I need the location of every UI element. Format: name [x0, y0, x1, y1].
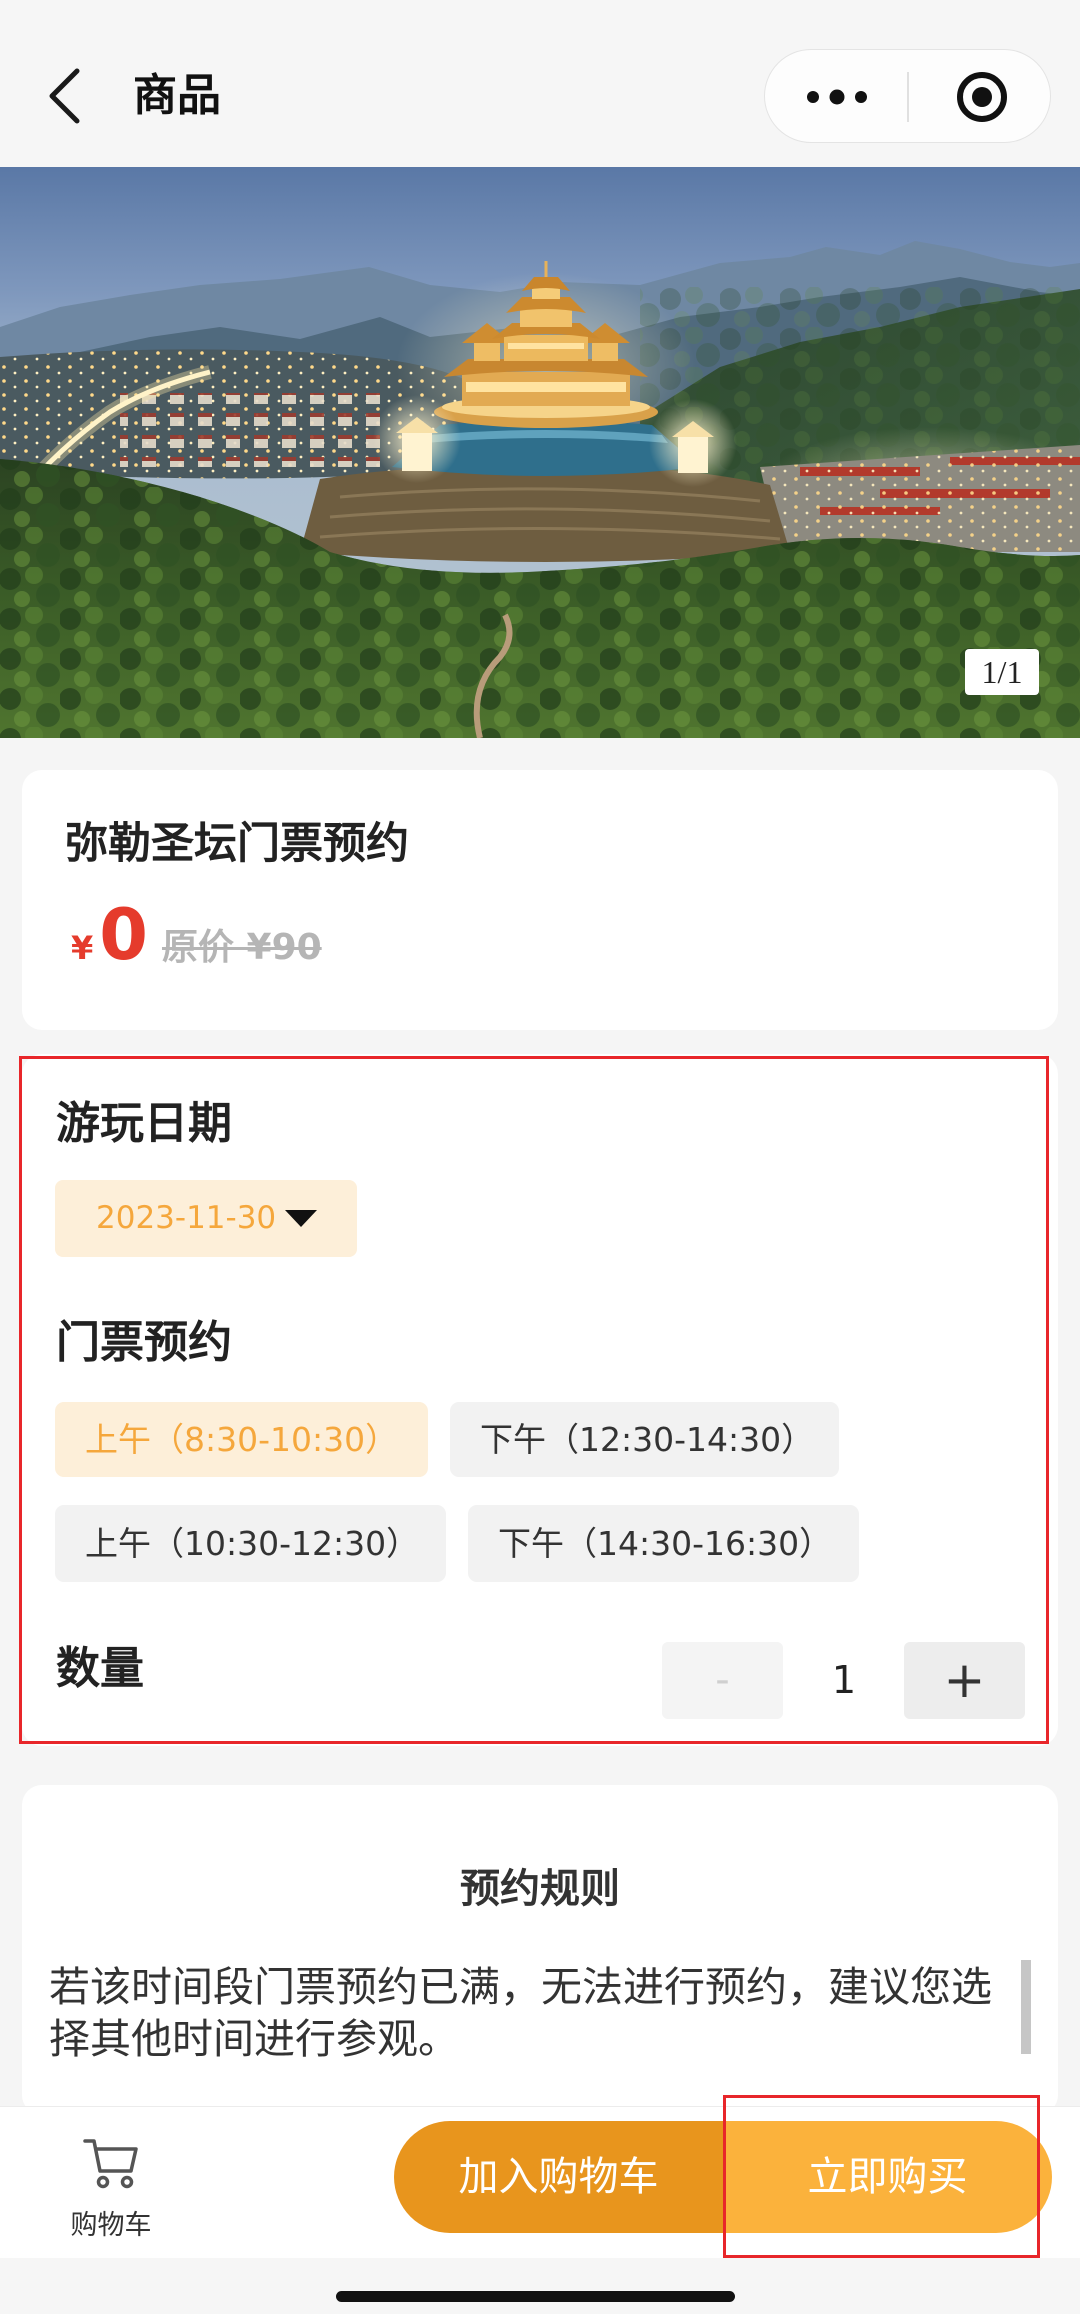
right-temple-complex: [760, 427, 1080, 552]
nav-bar: 商品: [0, 0, 1080, 167]
page-title: 商品: [133, 70, 221, 121]
home-indicator-area: [0, 2258, 1080, 2314]
visit-date-label: 游玩日期: [56, 1098, 232, 1149]
price-currency: ¥: [71, 929, 94, 967]
rules-text-line: 若该时间段门票预约已满，无法进行预约，建议您选: [49, 1963, 992, 2011]
rules-text[interactable]: 若该时间段门票预约已满，无法进行预约，建议您选 择其他时间进行参观。: [49, 1961, 992, 2065]
dropdown-triangle-icon: [285, 1210, 317, 1227]
rules-text-line: 择其他时间进行参观。: [49, 2015, 459, 2063]
price-row: ¥ 0 原价 ¥90: [71, 892, 322, 978]
buy-now-button[interactable]: 立即购买: [723, 2121, 1052, 2233]
image-page-indicator: 1/1: [965, 649, 1039, 695]
circle-dot-icon: [957, 72, 1007, 122]
home-indicator[interactable]: [336, 2291, 735, 2302]
increment-button[interactable]: +: [904, 1642, 1025, 1719]
cart-label: 购物车: [70, 2210, 152, 2241]
time-slot-label: 上午（10:30-12:30）: [85, 1524, 420, 1563]
rules-scrollbar[interactable]: [1021, 1960, 1031, 2054]
back-button[interactable]: [40, 60, 90, 132]
exit-button[interactable]: [910, 50, 1050, 142]
add-to-cart-button[interactable]: 加入购物车: [394, 2121, 723, 2233]
selected-date: 2023-11-30: [96, 1200, 277, 1236]
shopping-cart-icon: [83, 2139, 138, 2189]
mini-program-capsule: [764, 49, 1051, 143]
product-title: 弥勒圣坛门票预约: [65, 819, 409, 869]
quantity-value: 1: [831, 1658, 857, 1702]
back-chevron-icon: [49, 68, 80, 124]
time-slot-option[interactable]: 下午（12:30-14:30）: [450, 1402, 839, 1477]
date-picker[interactable]: 2023-11-30: [55, 1180, 357, 1257]
bottom-action-bar: 购物车 加入购物车 立即购买: [0, 2106, 1080, 2258]
product-banner[interactable]: 1/1: [0, 167, 1080, 738]
rules-title: 预约规则: [460, 1866, 620, 1912]
time-slot-option[interactable]: 下午（14:30-16:30）: [468, 1505, 859, 1582]
product-info-card: 弥勒圣坛门票预约 ¥ 0 原价 ¥90: [22, 770, 1058, 1030]
time-slot-label: 下午（12:30-14:30）: [480, 1420, 815, 1459]
purchase-button-group: 加入购物车 立即购买: [394, 2121, 1052, 2233]
time-slot-label: 下午（14:30-16:30）: [498, 1524, 833, 1563]
decrement-button[interactable]: -: [662, 1642, 783, 1719]
banner-landscape-image: [0, 167, 1080, 738]
ticket-booking-label: 门票预约: [56, 1317, 232, 1368]
time-slot-option[interactable]: 上午（10:30-12:30）: [55, 1505, 446, 1582]
terraced-hill: [300, 466, 790, 562]
more-button[interactable]: [765, 50, 908, 142]
time-slot-label: 上午（8:30-10:30）: [85, 1420, 399, 1459]
time-slot-option[interactable]: 上午（8:30-10:30）: [55, 1402, 428, 1477]
quantity-label: 数量: [56, 1643, 144, 1694]
booking-rules-card: 预约规则 若该时间段门票预约已满，无法进行预约，建议您选 择其他时间进行参观。: [22, 1785, 1058, 2115]
original-price: 原价 ¥90: [161, 927, 322, 968]
capsule-divider: [907, 72, 909, 122]
booking-card: 游玩日期 2023-11-30 门票预约 上午（8:30-10:30） 下午（1…: [22, 1054, 1058, 1746]
cart-button[interactable]: 购物车: [61, 2129, 161, 2249]
more-dots-icon: [807, 89, 867, 105]
price-value: 0: [99, 894, 148, 976]
